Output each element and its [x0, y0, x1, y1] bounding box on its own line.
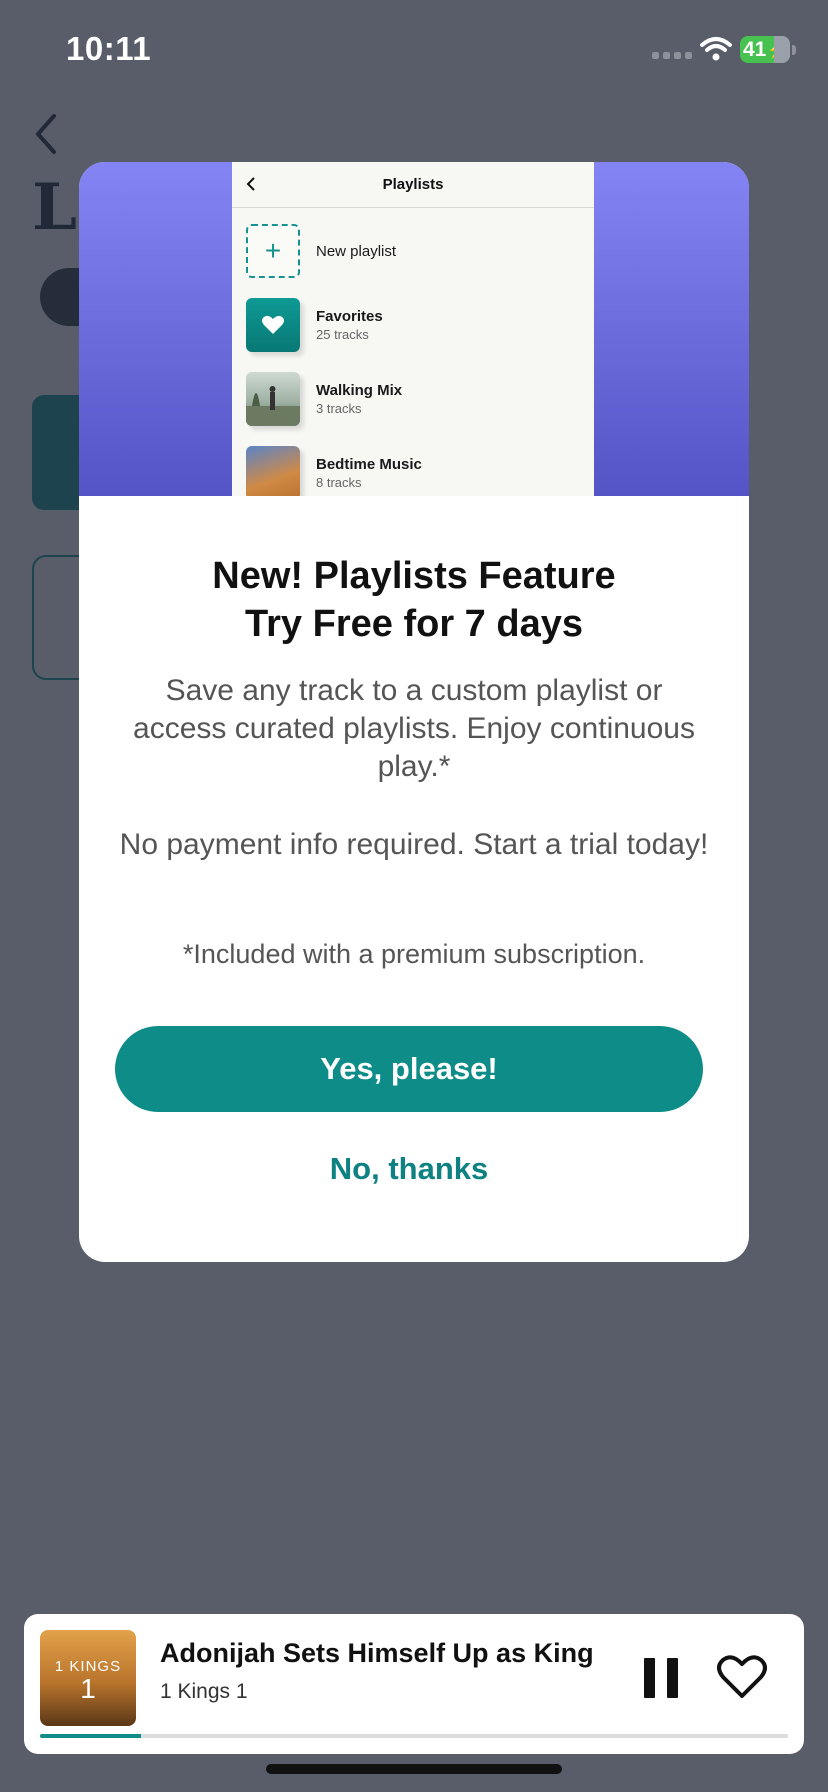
album-art-chapter: 1	[80, 1673, 96, 1704]
promo-new-playlist-label: New playlist	[316, 242, 397, 260]
promo-hero-image: Playlists + New playlist Favorites 25 tr…	[79, 162, 749, 496]
promo-phone-header: Playlists	[232, 162, 594, 208]
status-time: 10:11	[66, 30, 152, 67]
promo-back-icon	[246, 177, 255, 191]
modal-title: New! Playlists Feature Try Free for 7 da…	[79, 552, 749, 648]
status-bar: 10:11 41 ⚡	[0, 0, 828, 100]
album-art: 1 KINGS 1	[40, 1630, 136, 1726]
promo-playlist-row: Favorites 25 tracks	[246, 298, 383, 352]
favorite-heart-icon[interactable]	[716, 1652, 768, 1700]
promo-playlist-row: Bedtime Music 8 tracks	[246, 446, 422, 496]
promo-playlist-name: Walking Mix	[316, 382, 403, 399]
modal-description: Save any track to a custom playlist or a…	[133, 674, 695, 783]
promo-phone-title: Playlists	[382, 176, 444, 193]
promo-playlist-count: 3 tracks	[316, 401, 362, 416]
promo-phone-screenshot: Playlists + New playlist Favorites 25 tr…	[232, 162, 594, 496]
battery-level: 41	[743, 37, 767, 61]
playlists-promo-modal: Playlists + New playlist Favorites 25 tr…	[79, 162, 749, 1262]
walking-mix-thumbnail	[246, 372, 300, 426]
bedtime-music-thumbnail	[246, 446, 300, 496]
yes-please-button[interactable]: Yes, please!	[115, 1026, 703, 1112]
playback-progress-bar[interactable]	[40, 1734, 788, 1738]
track-title: Adonijah Sets Himself Up as King	[160, 1638, 594, 1668]
modal-title-line2: Try Free for 7 days	[245, 603, 583, 645]
promo-playlist-count: 8 tracks	[316, 475, 362, 490]
battery-icon: 41 ⚡	[740, 36, 796, 63]
mini-player[interactable]: 1 KINGS 1 Adonijah Sets Himself Up as Ki…	[24, 1614, 804, 1754]
home-indicator[interactable]	[266, 1764, 562, 1774]
promo-playlist-name: Favorites	[316, 308, 383, 325]
cellular-signal-icon	[652, 52, 692, 59]
promo-new-playlist-row: + New playlist	[246, 224, 396, 278]
promo-playlist-count: 25 tracks	[316, 327, 369, 342]
pause-icon[interactable]	[644, 1658, 678, 1698]
heart-icon	[246, 298, 300, 352]
modal-title-line1: New! Playlists Feature	[212, 555, 616, 597]
modal-footnote: *Included with a premium subscription.	[182, 939, 646, 969]
track-subtitle: 1 Kings 1	[160, 1680, 248, 1703]
promo-playlist-row: Walking Mix 3 tracks	[246, 372, 402, 426]
modal-trial-text: No payment info required. Start a trial …	[119, 828, 709, 861]
promo-playlist-name: Bedtime Music	[316, 456, 422, 473]
wifi-icon	[700, 37, 732, 61]
no-thanks-button[interactable]: No, thanks	[239, 1144, 579, 1194]
playback-progress-fill	[40, 1734, 141, 1738]
plus-icon: +	[246, 224, 300, 278]
